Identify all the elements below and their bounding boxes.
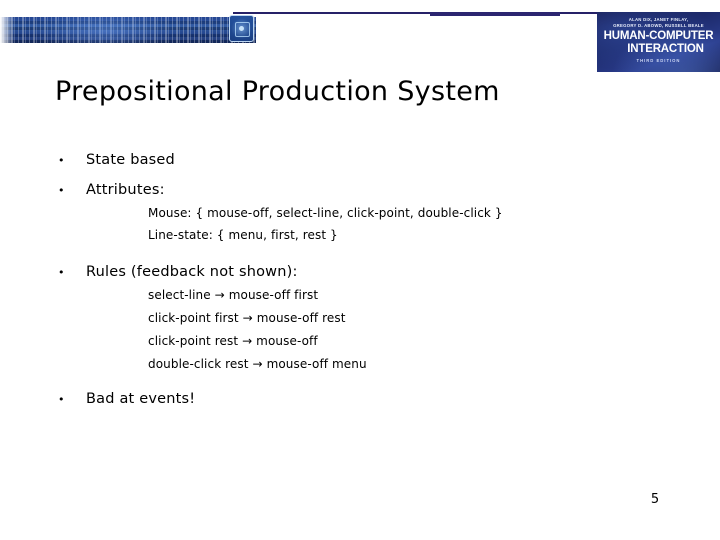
bullet-marker-icon: • — [58, 184, 65, 197]
attribute-line-mouse: Mouse: { mouse-off, select-line, click-p… — [148, 206, 503, 220]
rule-row: click-point first → mouse-off rest — [148, 311, 678, 325]
bullet-state-based: • State based — [58, 152, 678, 168]
bullet-marker-icon: • — [58, 266, 65, 279]
rule-arrow-icon: → — [252, 357, 263, 371]
slide-body: • State based • Attributes: Mouse: { mou… — [58, 152, 678, 421]
bullet-label: Bad at events! — [86, 391, 196, 407]
rule-lhs: select-line — [148, 288, 211, 302]
rule-rhs: mouse-off menu — [266, 357, 367, 371]
bullet-label: Rules (feedback not shown): — [86, 264, 298, 280]
rule-rhs: mouse-off — [256, 334, 318, 348]
rule-rhs: mouse-off rest — [256, 311, 346, 325]
page-number: 5 — [650, 492, 660, 507]
rule-arrow-icon: → — [242, 334, 253, 348]
rule-lhs: double-click rest — [148, 357, 249, 371]
book-title-line-2: INTERACTION — [627, 43, 704, 56]
bullet-marker-icon: • — [58, 393, 65, 406]
bullet-rules: • Rules (feedback not shown): — [58, 264, 678, 280]
book-edition-label: THIRD EDITION — [636, 58, 681, 64]
book-cover-image: ALAN DIX, JANET FINLAY, GREGORY D. ABOWD… — [597, 12, 720, 72]
bullet-label: Attributes: — [86, 182, 165, 198]
book-title-line-1: HUMAN-COMPUTER — [603, 30, 714, 43]
banner-glow — [30, 17, 180, 43]
attribute-line-line-state: Line-state: { menu, first, rest } — [148, 228, 338, 242]
rule-rhs: mouse-off first — [228, 288, 319, 302]
binary-code-banner — [0, 17, 256, 43]
rule-arrow-icon: → — [214, 288, 225, 302]
header-divider-line-thick — [430, 12, 560, 16]
page-title: Prepositional Production System — [55, 76, 500, 107]
bullet-bad-at-events: • Bad at events! — [58, 391, 678, 407]
chip-dot-icon — [239, 26, 244, 31]
rule-row: select-line → mouse-off first — [148, 288, 678, 302]
rule-row: click-point rest → mouse-off — [148, 334, 678, 348]
rule-arrow-icon: → — [242, 311, 253, 325]
bullet-attributes: • Attributes: — [58, 182, 678, 198]
slide-canvas: ALAN DIX, JANET FINLAY, GREGORY D. ABOWD… — [0, 0, 720, 540]
rule-lhs: click-point rest — [148, 334, 239, 348]
rule-lhs: click-point first — [148, 311, 239, 325]
banner-left-fade — [0, 17, 14, 43]
bullet-label: State based — [86, 152, 175, 168]
binary-chip-icon — [229, 15, 254, 42]
book-authors-line-2: GREGORY D. ABOWD, RUSSELL BEALE — [613, 22, 704, 28]
bullet-marker-icon: • — [58, 154, 65, 167]
rule-row: double-click rest → mouse-off menu — [148, 357, 678, 371]
